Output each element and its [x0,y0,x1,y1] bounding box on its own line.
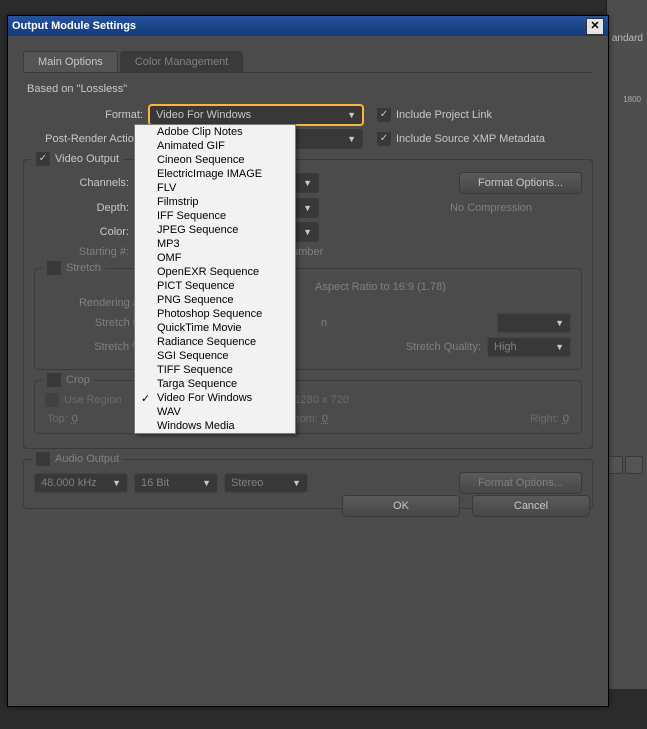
chevron-down-icon: ▼ [555,318,564,328]
format-label: Format: [23,109,149,121]
post-render-label: Post-Render Action: [23,133,149,145]
audio-channels-value: Stereo [231,477,263,489]
cancel-button[interactable]: Cancel [472,495,590,517]
chevron-down-icon: ▼ [202,478,211,488]
audio-format-options-button: Format Options... [459,472,582,494]
starting-number-label: Starting #: [34,246,135,258]
crop-top-label: Top: [47,413,68,425]
format-option[interactable]: Targa Sequence [135,377,295,391]
format-option[interactable]: Photoshop Sequence [135,307,295,321]
depth-label: Depth: [34,202,135,214]
format-option[interactable]: SGI Sequence [135,349,295,363]
use-region-checkbox [45,393,59,407]
chevron-down-icon: ▼ [292,478,301,488]
compression-label: No Compression [450,202,532,214]
audio-sample-rate-value: 48.000 kHz [41,477,97,489]
stretch-group: Stretch Aspect Ratio to 16:9 (1.78) Rend… [34,268,582,370]
audio-sample-rate-dropdown[interactable]: 48.000 kHz ▼ [34,473,128,493]
include-xmp-label: Include Source XMP Metadata [396,133,545,145]
stretch-checkbox[interactable] [47,261,61,275]
format-option[interactable]: OpenEXR Sequence [135,265,295,279]
backdrop-mode-label: andard [612,33,643,44]
format-option[interactable]: QuickTime Movie [135,321,295,335]
stretch-to-suffix: n [321,317,327,329]
crop-top-value[interactable]: 0 [72,413,78,425]
tab-color-management[interactable]: Color Management [120,51,244,72]
dialog-title: Output Module Settings [12,20,136,32]
tabs: Main Options Color Management [23,51,593,73]
chevron-down-icon: ▼ [347,134,356,144]
chevron-down-icon: ▼ [555,342,564,352]
based-on-label: Based on "Lossless" [27,83,593,95]
chevron-down-icon: ▼ [347,110,356,120]
format-option[interactable]: PNG Sequence [135,293,295,307]
format-option[interactable]: JPEG Sequence [135,223,295,237]
audio-depth-value: 16 Bit [141,477,169,489]
close-button[interactable]: ✕ [586,18,604,35]
channels-label: Channels: [34,177,135,189]
chevron-down-icon: ▼ [112,478,121,488]
format-option[interactable]: IFF Sequence [135,209,295,223]
format-option[interactable]: MP3 [135,237,295,251]
audio-output-checkbox[interactable] [36,452,50,466]
ruler-tick-label: 1800 [623,95,641,104]
stretch-header: Stretch [66,262,101,274]
stretch-quality-value: High [494,341,517,353]
chevron-down-icon: ▼ [303,227,312,237]
format-option[interactable]: TIFF Sequence [135,363,295,377]
format-option[interactable]: PICT Sequence [135,279,295,293]
stretch-to-dropdown[interactable]: ▼ [497,313,571,333]
stretch-quality-dropdown[interactable]: High ▼ [487,337,571,357]
titlebar: Output Module Settings ✕ [8,16,608,36]
use-region-label: Use Region [64,394,121,406]
tab-main-options[interactable]: Main Options [23,51,118,72]
format-option[interactable]: Cineon Sequence [135,153,295,167]
format-option[interactable]: FLV [135,181,295,195]
format-dropdown-popup[interactable]: Adobe Clip NotesAnimated GIFCineon Seque… [134,124,296,434]
format-option[interactable]: ElectricImage IMAGE [135,167,295,181]
color-label: Color: [34,226,135,238]
format-option[interactable]: Video For Windows [135,391,295,405]
crop-right-value[interactable]: 0 [563,413,569,425]
crop-right-label: Right: [530,413,559,425]
crop-checkbox[interactable] [47,373,61,387]
chevron-down-icon: ▼ [303,178,312,188]
audio-channels-dropdown[interactable]: Stereo ▼ [224,473,308,493]
include-xmp-checkbox[interactable] [377,132,391,146]
audio-output-header: Audio Output [55,453,119,465]
video-output-header: Video Output [55,153,119,165]
video-output-group: Video Output Channels: ▼ Format Options.… [23,159,593,449]
format-option[interactable]: Windows Media [135,419,295,433]
lock-aspect-label: Aspect Ratio to 16:9 (1.78) [315,281,446,293]
format-option[interactable]: Adobe Clip Notes [135,125,295,139]
ok-button[interactable]: OK [342,495,460,517]
include-project-link-label: Include Project Link [396,109,492,121]
audio-depth-dropdown[interactable]: 16 Bit ▼ [134,473,218,493]
format-option[interactable]: WAV [135,405,295,419]
format-option[interactable]: Filmstrip [135,195,295,209]
include-project-link-checkbox[interactable] [377,108,391,122]
format-option[interactable]: Radiance Sequence [135,335,295,349]
crop-bottom-value[interactable]: 0 [322,413,328,425]
format-option[interactable]: Animated GIF [135,139,295,153]
chevron-down-icon: ▼ [303,203,312,213]
format-dropdown[interactable]: Video For Windows ▼ [149,105,363,125]
format-option[interactable]: OMF [135,251,295,265]
output-module-settings-dialog: Output Module Settings ✕ Main Options Co… [7,15,609,707]
video-output-checkbox[interactable] [36,152,50,166]
crop-group: Crop Use Region l Size: 1280 x 720 Top: … [34,380,582,434]
crop-header: Crop [66,374,90,386]
stretch-quality-label: Stretch Quality: [406,341,481,353]
panel-icon-button[interactable] [625,456,643,474]
format-options-button[interactable]: Format Options... [459,172,582,194]
format-dropdown-value: Video For Windows [156,109,251,121]
